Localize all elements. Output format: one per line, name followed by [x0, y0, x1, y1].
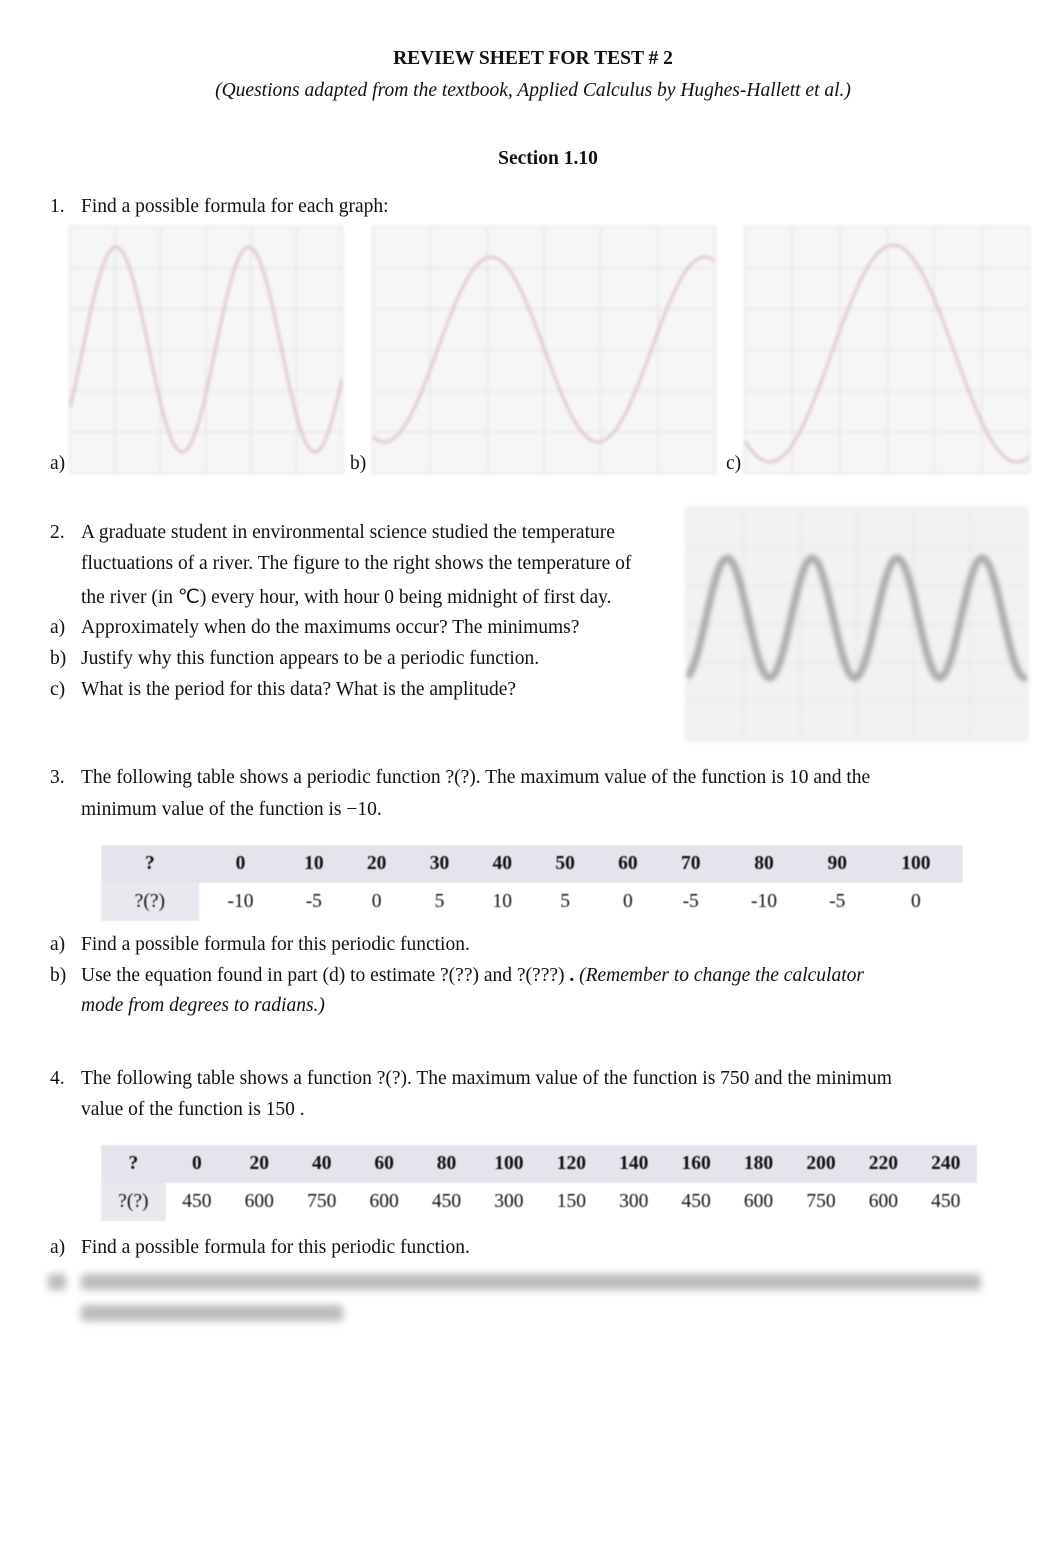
temperature-graph [686, 507, 1028, 741]
table-cell: 80 [722, 845, 806, 883]
table-cell: 120 [540, 1145, 603, 1183]
section-heading: Section 1.10 [498, 148, 598, 169]
table-cell: 50 [533, 845, 597, 883]
table-cell: 220 [852, 1145, 915, 1183]
q3-table: ? 0 10 20 30 40 50 60 70 80 90 100 ?(?) -10 -5 0 5 10 5 0 -5… [101, 845, 963, 921]
table-cell: 450 [182, 1191, 212, 1212]
q3b-text: Use the equation found in part (d) to es… [81, 965, 864, 987]
page-subtitle: (Questions adapted from the textbook, Ap… [215, 80, 851, 101]
table-row: ? 0 20 40 60 80 100 120 140 160 180 200 220 240 [101, 1145, 977, 1183]
graph-c [744, 226, 1030, 474]
table-cell: 200 [789, 1145, 853, 1183]
table-cell: 60 [352, 1145, 416, 1183]
q2b-text: Justify why this function appears to be … [81, 648, 540, 669]
q4-table: ? 0 20 40 60 80 100 120 140 160 180 200 220 240 ?(?) 45… [101, 1145, 977, 1221]
table-cell: -10 [227, 891, 254, 912]
table-cell: -10 [750, 891, 777, 912]
table-cell: 10 [282, 845, 346, 883]
table-cell: 600 [868, 1191, 898, 1212]
table-cell: 40 [470, 845, 534, 883]
graph-b-label: b) [350, 453, 367, 474]
table-cell: 10 [492, 891, 513, 912]
q1-number: 1. [50, 196, 65, 217]
table-cell: 750 [806, 1191, 836, 1212]
q2a-text: Approximately when do the maximums occur… [81, 617, 580, 638]
q4-number: 4. [50, 1068, 65, 1089]
table-row: ? 0 10 20 30 40 50 60 70 80 90 100 [101, 845, 963, 883]
table-cell: 160 [664, 1145, 728, 1183]
table-cell: 450 [681, 1191, 711, 1212]
graph-a [69, 226, 343, 474]
q1-text: Find a possible formula for each graph: [81, 196, 389, 217]
q4a-label: a) [50, 1237, 66, 1258]
table-cell: -5 [682, 891, 699, 912]
table-row: ?(?) 450 600 750 600 450 300 150 300 450 600 750 600… [101, 1183, 977, 1221]
q3-line-2: minimum value of the function is −10. [81, 799, 382, 820]
table-cell: -5 [829, 891, 846, 912]
table-cell: 20 [228, 1145, 291, 1183]
q3b-note-2: mode from degrees to radians.) [81, 995, 325, 1016]
table-cell: 0 [165, 1145, 229, 1183]
table-cell: 300 [494, 1191, 524, 1212]
table-cell: 30 [408, 845, 471, 883]
table-cell: 0 [910, 891, 921, 912]
q4a-text: Find a possible formula for this periodi… [81, 1237, 470, 1258]
table-cell: 90 [805, 845, 869, 883]
q2a-label: a) [50, 617, 66, 638]
table-cell: 20 [345, 845, 409, 883]
table-cell: 40 [290, 1145, 353, 1183]
q2-number: 2. [50, 522, 65, 543]
table-cell: 100 [477, 1145, 541, 1183]
q4-line-1: The following table shows a function ?(?… [81, 1068, 892, 1089]
q2-line-3: the river (in ℃) every hour, with hour 0… [81, 587, 612, 608]
q3b-note: (Remember to change the calculator [574, 965, 864, 986]
q2c-text: What is the period for this data? What i… [81, 679, 517, 700]
table-cell: -5 [305, 891, 322, 912]
q3-line-1: The following table shows a periodic fun… [81, 767, 871, 788]
table-cell: 0 [198, 845, 283, 883]
table-cell: 180 [727, 1145, 790, 1183]
table-cell: 600 [743, 1191, 774, 1212]
q3a-text: Find a possible formula for this periodi… [81, 934, 470, 955]
document-page: REVIEW SHEET FOR TEST # 2 (Questions ada… [0, 0, 1062, 1556]
q2-line-2: fluctuations of a river. The figure to t… [81, 553, 632, 574]
table-cell: ?(?) [101, 1183, 166, 1221]
q3b-label: b) [50, 965, 67, 986]
q3-number: 3. [50, 767, 65, 788]
table-cell: 300 [619, 1191, 649, 1212]
table-cell: ? [101, 1145, 166, 1183]
q2c-label: c) [50, 679, 66, 700]
table-cell: 100 [868, 845, 963, 883]
table-cell: 240 [914, 1145, 977, 1183]
table-cell: 0 [371, 891, 382, 912]
table-cell: 140 [602, 1145, 665, 1183]
graph-b [372, 226, 716, 474]
table-row: ?(?) -10 -5 0 5 10 5 0 -5 -10 -5 0 [101, 883, 963, 921]
table-cell: 60 [596, 845, 660, 883]
table-cell: 5 [434, 891, 445, 912]
table-cell: 70 [659, 845, 723, 883]
table-cell: 750 [307, 1191, 337, 1212]
table-cell: 450 [431, 1191, 462, 1212]
q3a-label: a) [50, 934, 66, 955]
table-cell: 0 [623, 891, 633, 912]
graph-a-label: a) [50, 453, 66, 474]
table-cell: 450 [931, 1191, 961, 1212]
graph-c-label: c) [726, 453, 742, 474]
page-title: REVIEW SHEET FOR TEST # 2 [393, 48, 673, 69]
table-cell: ? [101, 845, 199, 883]
table-cell: 150 [556, 1191, 586, 1212]
table-cell: 600 [369, 1191, 399, 1212]
q2-line-1: A graduate student in environmental scie… [81, 522, 615, 543]
q2b-label: b) [50, 648, 67, 669]
table-cell: 5 [560, 891, 570, 912]
table-cell: 80 [415, 1145, 478, 1183]
table-cell: ?(?) [101, 883, 199, 921]
q3b-main: Use the equation found in part (d) to es… [81, 965, 570, 986]
table-cell: 600 [244, 1191, 274, 1212]
q4-line-2: value of the function is 150 . [81, 1099, 305, 1120]
